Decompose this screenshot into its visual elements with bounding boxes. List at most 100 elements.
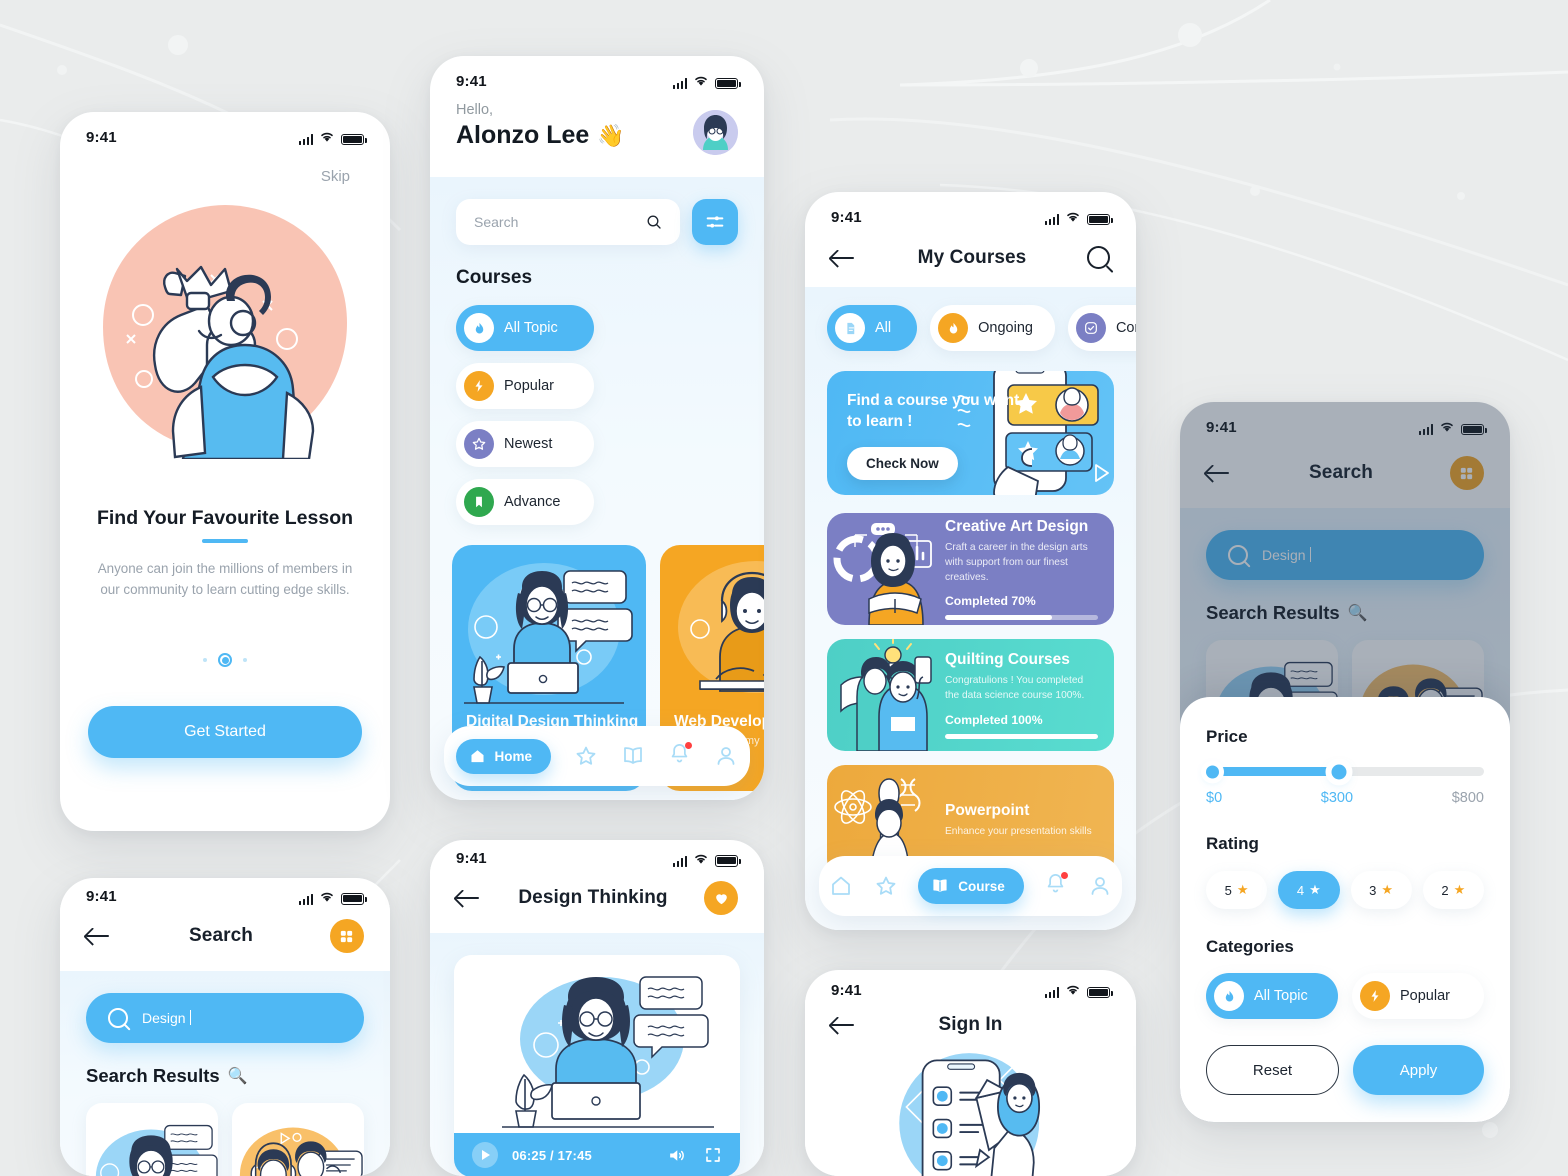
tab-label: Home	[494, 748, 533, 764]
promo-banner[interactable]: Find a course you want to learn ! Check …	[827, 371, 1114, 495]
arrow-left-icon[interactable]	[86, 926, 112, 946]
star-icon[interactable]	[874, 874, 898, 898]
price-labels: $0 $300 $800	[1206, 790, 1484, 806]
rating-option-2[interactable]: 2 ★	[1422, 871, 1484, 909]
battery-icon	[341, 893, 367, 905]
apply-button[interactable]: Apply	[1353, 1045, 1484, 1095]
item-description: Enhance your presentation skills	[945, 826, 1092, 838]
wifi-icon	[1067, 985, 1079, 995]
chip-ongoing[interactable]: Ongoing	[930, 305, 1055, 351]
filter-sliders-icon[interactable]	[692, 199, 738, 245]
video-controls-right	[667, 1146, 722, 1165]
screen-sign-in: 9:41 Sign In	[805, 970, 1136, 1176]
item-info: Powerpoint Enhance your presentation ski…	[945, 802, 1114, 840]
price-current: $300	[1320, 790, 1354, 806]
search-icon[interactable]	[1086, 246, 1110, 269]
chip-all[interactable]: All	[827, 305, 918, 351]
page-title: Design Thinking	[518, 887, 668, 908]
user-icon[interactable]	[714, 744, 738, 768]
search-body: Design Search Results 🔍	[60, 971, 390, 1176]
home-icon	[471, 749, 484, 762]
status-time: 9:41	[86, 888, 117, 905]
chip-label: All Topic	[504, 320, 558, 336]
video-player[interactable]: 06:25 / 17:45	[454, 955, 740, 1176]
reset-button[interactable]: Reset	[1206, 1045, 1339, 1095]
price-slider[interactable]	[1206, 764, 1484, 779]
result-illustration	[239, 1127, 363, 1176]
status-icons	[672, 851, 741, 867]
chip-newest[interactable]: Newest	[456, 421, 594, 467]
price-min: $0	[1206, 790, 1223, 806]
chip-all-topic[interactable]: All Topic	[456, 305, 594, 351]
status-icons	[1044, 209, 1113, 225]
search-value: Design	[142, 1010, 191, 1026]
rating-option-4[interactable]: 4 ★	[1278, 871, 1340, 909]
arrow-left-icon[interactable]	[456, 888, 482, 908]
item-info: Quilting Courses Congratulions ! You com…	[945, 651, 1114, 739]
star-icon[interactable]	[574, 744, 598, 768]
status-bar: 9:41	[60, 878, 390, 905]
price-label: Price	[1206, 727, 1248, 746]
result-card[interactable]	[232, 1103, 364, 1176]
item-title: Powerpoint	[945, 802, 1030, 820]
book-icon[interactable]	[621, 744, 645, 768]
course-illustration	[678, 561, 764, 693]
user-icon[interactable]	[1088, 874, 1112, 898]
battery-icon	[1087, 986, 1113, 998]
arrow-left-icon[interactable]	[831, 248, 857, 268]
my-courses-body: All Ongoing Complete	[805, 287, 1136, 930]
chip-all-topic[interactable]: All Topic	[1206, 973, 1338, 1019]
wifi-icon	[695, 854, 707, 864]
rating-option-5[interactable]: 5 ★	[1206, 871, 1268, 909]
categories-label: Categories	[1206, 937, 1294, 956]
chip-label: Ongoing	[978, 320, 1033, 336]
avatar[interactable]	[693, 110, 738, 155]
chip-popular[interactable]: Popular	[456, 363, 594, 409]
search-input[interactable]: Search	[456, 199, 680, 245]
price-max: $800	[1451, 790, 1484, 806]
tab-label: Course	[958, 878, 1005, 894]
get-started-button[interactable]: Get Started	[88, 706, 362, 758]
skip-button[interactable]: Skip	[60, 152, 390, 185]
home-body: Search Courses All Topic Popular Newest	[430, 177, 764, 800]
chip-advance[interactable]: Advance	[456, 479, 594, 525]
list-item[interactable]: Creative Art Design Craft a career in th…	[827, 513, 1114, 625]
page-title: Sign In	[938, 1014, 1003, 1035]
slider-fill	[1206, 767, 1340, 776]
chip-complete[interactable]: Complete	[1067, 305, 1136, 351]
results-grid	[60, 1087, 390, 1176]
list-item[interactable]: Quilting Courses Congratulions ! You com…	[827, 639, 1114, 751]
slider-knob-max[interactable]	[1331, 764, 1347, 779]
status-icons	[672, 73, 741, 89]
play-icon[interactable]	[472, 1142, 498, 1168]
nav-bar: Search	[60, 905, 390, 971]
dot-3[interactable]	[243, 658, 247, 662]
result-card[interactable]	[86, 1103, 218, 1176]
tab-home[interactable]: Home	[455, 738, 552, 774]
rating-option-3[interactable]: 3 ★	[1350, 871, 1412, 909]
screen-filter: 9:41 Search Design Search Results 🔍 Pric…	[1180, 402, 1510, 1122]
star-icon: ★	[1453, 882, 1466, 897]
user-name-text: Alonzo Lee	[456, 121, 590, 149]
nav-bar: Sign In	[805, 1000, 1136, 1046]
chip-label: Popular	[504, 378, 554, 394]
arrow-left-icon[interactable]	[831, 1015, 857, 1035]
tab-notifications[interactable]	[668, 742, 693, 770]
search-input[interactable]: Design	[86, 993, 364, 1043]
tab-course[interactable]: Course	[918, 868, 1024, 904]
chip-label: All Topic	[1254, 988, 1308, 1004]
check-now-button[interactable]: Check Now	[847, 446, 958, 480]
volume-icon[interactable]	[667, 1146, 686, 1165]
screen-home: 9:41 Hello, Alonzo Lee 👋 Search Courses …	[430, 56, 764, 800]
tab-notifications[interactable]	[1044, 872, 1069, 900]
dot-2-active[interactable]	[218, 653, 232, 667]
dot-1[interactable]	[203, 658, 207, 662]
chip-popular[interactable]: Popular	[1352, 973, 1484, 1019]
fullscreen-icon[interactable]	[704, 1146, 722, 1164]
heart-icon[interactable]	[704, 881, 738, 915]
video-controls: 06:25 / 17:45	[454, 1133, 740, 1176]
progress-bar	[945, 734, 1098, 739]
grid-icon[interactable]	[329, 919, 364, 953]
slider-knob-min[interactable]	[1206, 765, 1219, 778]
home-icon[interactable]	[829, 874, 853, 898]
